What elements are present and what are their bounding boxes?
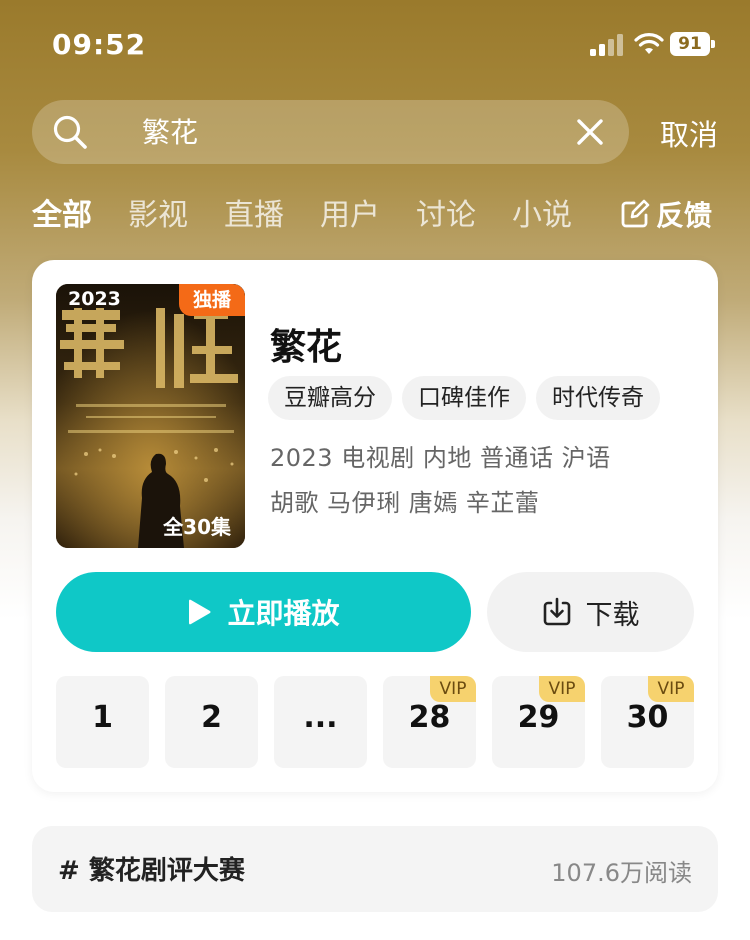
episode-number: 30 [626, 700, 669, 735]
episode-button-30[interactable]: 30 VIP [601, 676, 694, 768]
play-now-label: 立即播放 [227, 597, 340, 630]
episode-number: 1 [92, 700, 113, 735]
poster-image[interactable]: 2023 独播 全30集 [56, 284, 245, 548]
feedback-button[interactable]: 反馈 [620, 194, 712, 234]
tag-list: 豆瓣高分 口碑佳作 时代传奇 [268, 376, 660, 420]
clear-icon[interactable] [574, 116, 606, 148]
edit-icon [621, 199, 650, 228]
download-icon [543, 597, 570, 626]
episode-list: 1 2 ... 28 VIP 29 VIP 30 VIP [56, 676, 696, 768]
episode-button-28[interactable]: 28 VIP [383, 676, 476, 768]
search-bar[interactable] [32, 100, 629, 166]
battery-icon: 91 [670, 32, 716, 56]
download-label: 下载 [585, 599, 640, 631]
category-tabs: 全部 影视 直播 用户 讨论 小说 [32, 190, 722, 240]
topic-title: # 繁花剧评大赛 [58, 856, 245, 886]
tag-item[interactable]: 豆瓣高分 [268, 376, 392, 420]
vip-badge: VIP [430, 676, 476, 702]
result-card[interactable]: 2023 独播 全30集 繁花 豆瓣高分 口碑佳作 时代传奇 2023 电视剧 … [32, 260, 718, 792]
status-bar: 09:52 91 [0, 0, 750, 90]
episode-number: 29 [517, 700, 560, 735]
vip-badge: VIP [539, 676, 585, 702]
episode-button-29[interactable]: 29 VIP [492, 676, 585, 768]
play-icon [189, 599, 211, 625]
feedback-label: 反馈 [656, 199, 713, 232]
tab-novel[interactable]: 小说 [512, 190, 572, 234]
poster-year: 2023 [68, 288, 121, 310]
episode-button-1[interactable]: 1 [56, 676, 149, 768]
tab-all[interactable]: 全部 [32, 190, 92, 234]
tag-item[interactable]: 口碑佳作 [402, 376, 526, 420]
show-cast: 胡歌 马伊琍 唐嫣 辛芷蕾 [270, 489, 540, 517]
episode-button-more[interactable]: ... [274, 676, 367, 768]
episode-button-2[interactable]: 2 [165, 676, 258, 768]
episode-count: 全30集 [163, 515, 231, 539]
show-meta-info: 2023 电视剧 内地 普通话 沪语 [270, 444, 611, 472]
topic-card[interactable]: # 繁花剧评大赛 107.6万阅读 [32, 826, 718, 912]
search-icon [53, 115, 87, 149]
episode-number: 2 [201, 700, 222, 735]
exclusive-badge: 独播 [179, 284, 245, 316]
tag-item[interactable]: 时代传奇 [536, 376, 660, 420]
tab-discussion[interactable]: 讨论 [416, 190, 476, 234]
wifi-icon [634, 33, 664, 54]
episode-number: 28 [408, 700, 451, 735]
poster-artwork [56, 284, 245, 548]
vip-badge: VIP [648, 676, 694, 702]
status-time: 09:52 [52, 28, 147, 61]
cancel-button[interactable]: 取消 [660, 112, 718, 154]
tab-live[interactable]: 直播 [224, 190, 284, 234]
cellular-signal-icon [590, 34, 623, 56]
battery-level: 91 [670, 32, 710, 56]
episode-number: ... [303, 700, 338, 735]
play-now-button[interactable]: 立即播放 [56, 572, 471, 652]
tab-video[interactable]: 影视 [128, 190, 188, 234]
tab-users[interactable]: 用户 [320, 190, 380, 234]
topic-read-count: 107.6万阅读 [551, 859, 692, 887]
show-title[interactable]: 繁花 [270, 318, 342, 370]
download-button[interactable]: 下载 [487, 572, 694, 652]
search-input[interactable] [140, 100, 574, 166]
